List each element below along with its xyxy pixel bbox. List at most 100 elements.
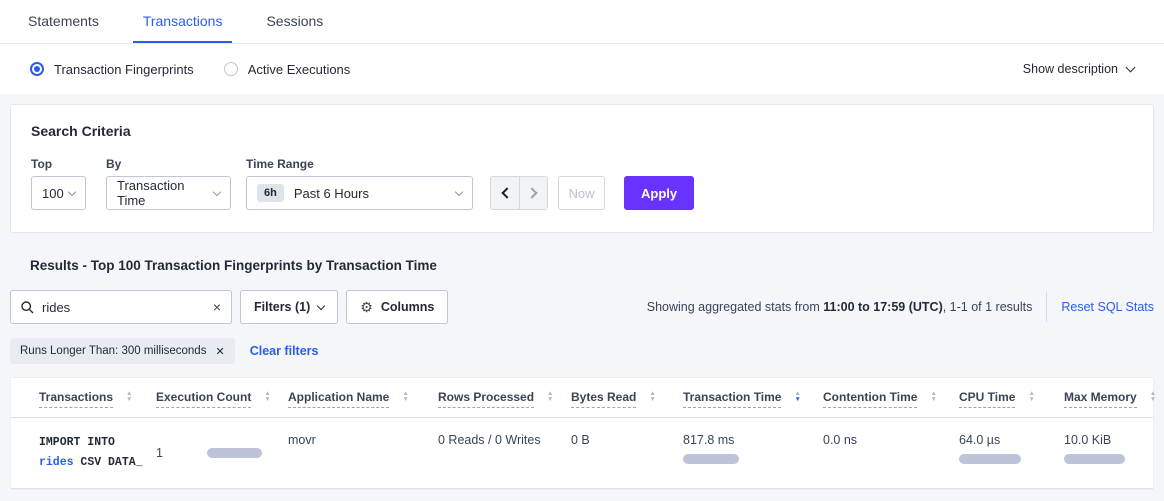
- show-description-label: Show description: [1023, 62, 1118, 76]
- top-field: Top 100: [31, 157, 106, 210]
- cell-cpu-time: 64.0 µs: [959, 433, 1064, 472]
- gear-icon: ⚙: [360, 300, 373, 314]
- by-select-value: Transaction Time: [117, 178, 214, 208]
- time-window-pager: [490, 176, 548, 210]
- tab-statements[interactable]: Statements: [18, 0, 109, 43]
- results-search-box[interactable]: ×: [10, 290, 232, 324]
- column-header-rows-processed[interactable]: Rows Processed ▲▼: [438, 390, 571, 408]
- sort-icon[interactable]: ▲▼: [547, 391, 553, 403]
- radio-label: Transaction Fingerprints: [54, 62, 194, 77]
- table-header-row: Transactions ▲▼ Execution Count ▲▼ Appli…: [11, 378, 1153, 418]
- transactions-table: Transactions ▲▼ Execution Count ▲▼ Appli…: [10, 377, 1154, 490]
- search-icon: [21, 301, 34, 314]
- results-summary: Showing aggregated stats from 11:00 to 1…: [647, 300, 1033, 314]
- time-range-badge: 6h: [257, 184, 284, 202]
- results-search-input[interactable]: [42, 300, 213, 315]
- search-criteria-panel: Search Criteria Top 100 By Transaction T…: [10, 104, 1154, 233]
- transaction-time-bar: [683, 454, 739, 464]
- results-summary-area: Showing aggregated stats from 11:00 to 1…: [647, 292, 1154, 322]
- sort-icon[interactable]: ▲▼: [402, 391, 408, 403]
- time-range-select[interactable]: 6h Past 6 Hours: [246, 176, 473, 210]
- apply-button[interactable]: Apply: [624, 176, 694, 210]
- column-header-execution-count[interactable]: Execution Count ▲▼: [156, 390, 288, 408]
- chevron-down-icon: [68, 187, 76, 195]
- column-header-transactions[interactable]: Transactions ▲▼: [39, 390, 156, 408]
- top-select[interactable]: 100: [31, 176, 86, 210]
- column-header-cpu-time[interactable]: CPU Time ▲▼: [959, 390, 1064, 408]
- sort-icon[interactable]: ▲▼: [126, 391, 132, 403]
- view-toggle-row: Transaction Fingerprints Active Executio…: [0, 44, 1164, 94]
- cell-transaction-fingerprint[interactable]: IMPORT INTO rides CSV DATA_: [39, 433, 156, 472]
- columns-label: Columns: [381, 300, 434, 314]
- chevron-left-icon: [501, 187, 512, 198]
- radio-transaction-fingerprints[interactable]: Transaction Fingerprints: [30, 62, 194, 77]
- cell-execution-count: 1: [156, 433, 288, 472]
- sql-highlight: rides: [39, 456, 74, 469]
- column-header-max-memory[interactable]: Max Memory ▲▼: [1064, 390, 1156, 408]
- top-navigation: Statements Transactions Sessions Transac…: [0, 0, 1164, 94]
- radio-label: Active Executions: [248, 62, 351, 77]
- sort-icon[interactable]: ▲▼: [1028, 391, 1034, 403]
- now-button[interactable]: Now: [558, 176, 605, 210]
- remove-filter-icon[interactable]: ✕: [215, 345, 224, 358]
- column-header-contention-time[interactable]: Contention Time ▲▼: [823, 390, 959, 408]
- filter-chip-label: Runs Longer Than: 300 milliseconds: [20, 345, 206, 357]
- reset-sql-stats-link[interactable]: Reset SQL Stats: [1061, 300, 1154, 314]
- results-heading: Results - Top 100 Transaction Fingerprin…: [30, 258, 1154, 273]
- radio-active-executions[interactable]: Active Executions: [224, 62, 351, 77]
- top-label: Top: [31, 157, 106, 171]
- chevron-down-icon: [1126, 63, 1136, 73]
- execution-count-bar: [207, 448, 262, 458]
- summary-suffix: , 1-1 of 1 results: [943, 300, 1033, 314]
- sort-icon[interactable]: ▲▼: [794, 391, 800, 403]
- next-time-window-button[interactable]: [519, 177, 547, 209]
- cell-max-memory: 10.0 KiB: [1064, 433, 1139, 472]
- filters-label: Filters (1): [254, 300, 310, 314]
- results-toolbar: × Filters (1) ⚙ Columns Showing aggregat…: [10, 290, 1154, 324]
- sql-activity-tabs: Statements Transactions Sessions: [0, 0, 1164, 44]
- radio-selected-icon[interactable]: [30, 62, 44, 76]
- clear-search-icon[interactable]: ×: [213, 300, 221, 314]
- time-range-field: Time Range 6h Past 6 Hours: [246, 157, 473, 210]
- column-header-bytes-read[interactable]: Bytes Read ▲▼: [571, 390, 683, 408]
- sort-icon[interactable]: ▲▼: [264, 391, 270, 403]
- columns-button[interactable]: ⚙ Columns: [346, 290, 448, 324]
- filters-button[interactable]: Filters (1): [240, 290, 338, 324]
- by-select[interactable]: Transaction Time: [106, 176, 231, 210]
- show-description-toggle[interactable]: Show description: [1023, 62, 1134, 76]
- chevron-down-icon: [317, 301, 325, 309]
- search-criteria-title: Search Criteria: [31, 123, 1133, 139]
- top-select-value: 100: [42, 186, 64, 201]
- column-header-application-name[interactable]: Application Name ▲▼: [288, 390, 438, 408]
- sort-icon[interactable]: ▲▼: [1150, 391, 1156, 403]
- chevron-down-icon: [455, 187, 463, 195]
- chevron-down-icon: [213, 187, 221, 195]
- active-filters-row: Runs Longer Than: 300 milliseconds ✕ Cle…: [10, 338, 1154, 364]
- time-range-value: Past 6 Hours: [294, 186, 369, 201]
- by-label: By: [106, 157, 246, 171]
- clear-filters-link[interactable]: Clear filters: [250, 344, 319, 358]
- summary-time-range: 11:00 to 17:59 (UTC): [823, 300, 942, 314]
- time-range-label: Time Range: [246, 157, 473, 171]
- cell-rows-processed: 0 Reads / 0 Writes: [438, 433, 571, 472]
- tab-sessions[interactable]: Sessions: [256, 0, 333, 43]
- summary-prefix: Showing aggregated stats from: [647, 300, 824, 314]
- cell-transaction-time: 817.8 ms: [683, 433, 823, 472]
- radio-unselected-icon[interactable]: [224, 62, 238, 76]
- sql-line-2: rides CSV DATA_: [39, 453, 156, 473]
- sql-line-1: IMPORT INTO: [39, 433, 156, 453]
- column-header-transaction-time[interactable]: Transaction Time ▲▼: [683, 390, 823, 408]
- search-criteria-controls: Top 100 By Transaction Time Time Range 6…: [31, 157, 1133, 210]
- sort-icon[interactable]: ▲▼: [930, 391, 936, 403]
- tab-transactions[interactable]: Transactions: [133, 0, 233, 43]
- vertical-divider: [1046, 292, 1047, 322]
- max-memory-bar: [1064, 454, 1125, 464]
- sort-icon[interactable]: ▲▼: [649, 391, 655, 403]
- table-row[interactable]: IMPORT INTO rides CSV DATA_ 1 movr 0 Rea…: [11, 418, 1153, 489]
- cell-bytes-read: 0 B: [571, 433, 683, 472]
- chevron-right-icon: [526, 187, 537, 198]
- filter-chip[interactable]: Runs Longer Than: 300 milliseconds ✕: [10, 338, 235, 364]
- cpu-time-bar: [959, 454, 1021, 464]
- previous-time-window-button[interactable]: [491, 177, 519, 209]
- cell-application-name: movr: [288, 433, 438, 472]
